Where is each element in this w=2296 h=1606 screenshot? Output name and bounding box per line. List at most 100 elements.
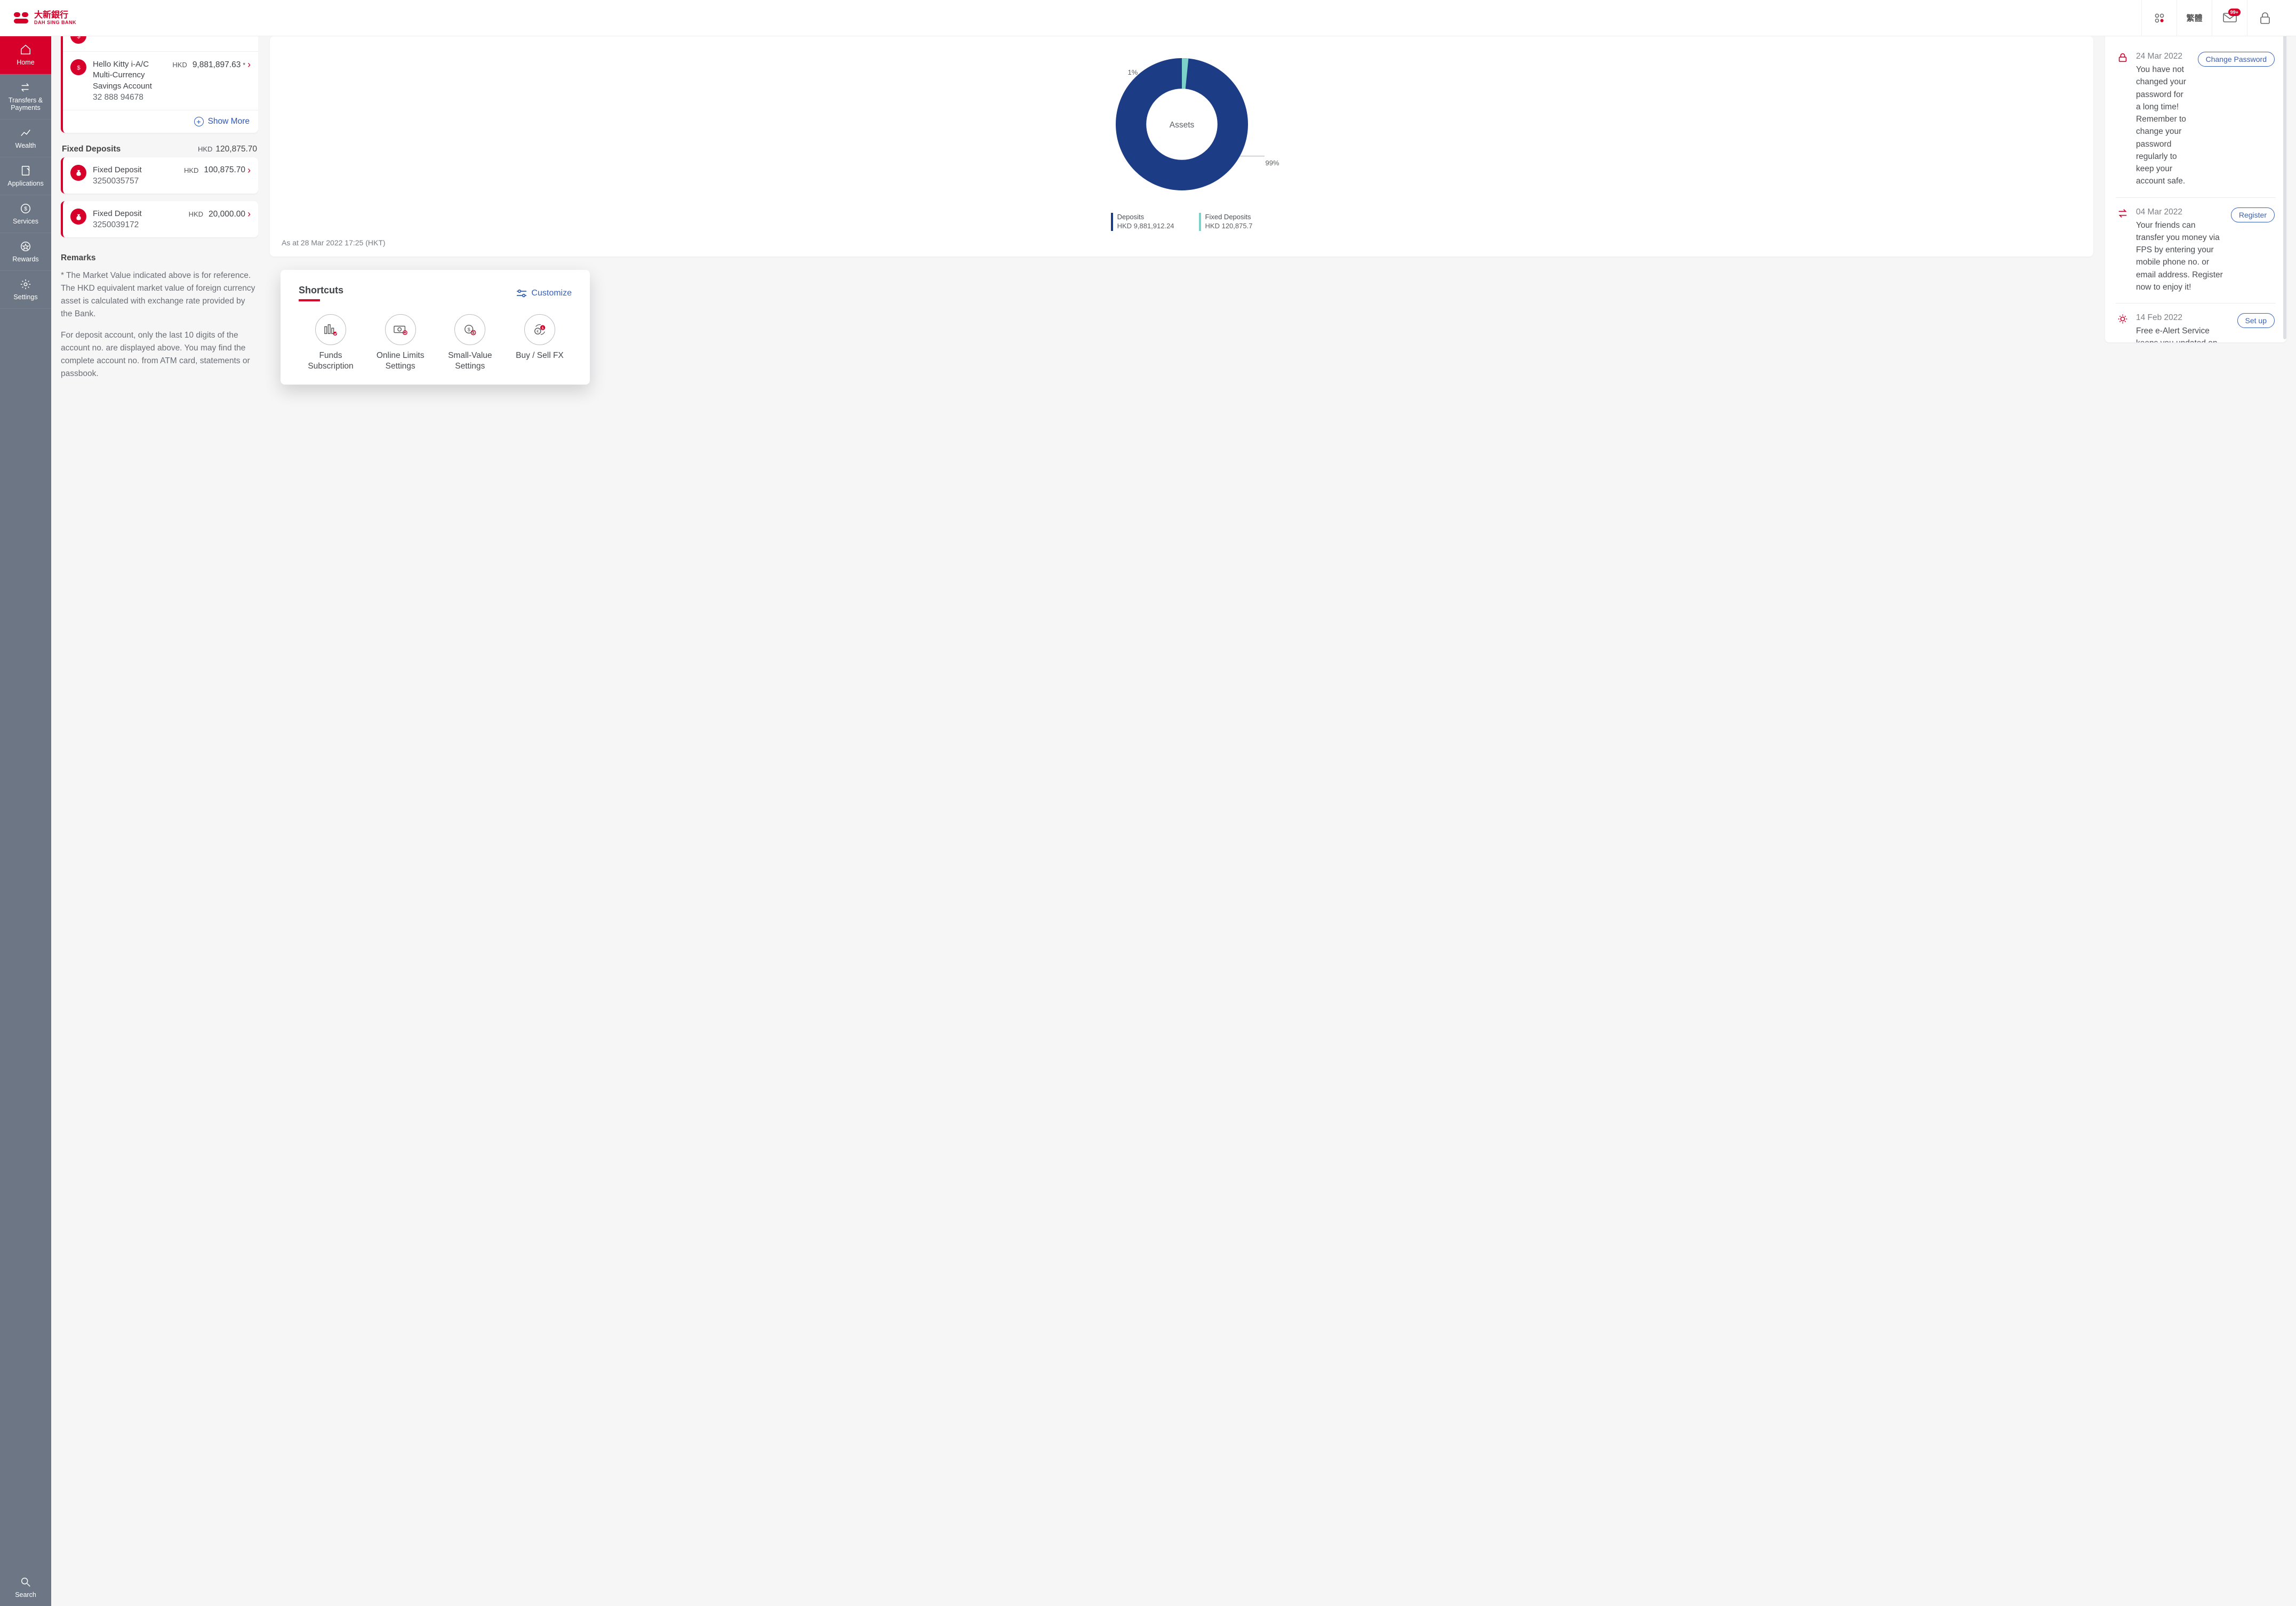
- nav-home[interactable]: Home: [0, 36, 51, 74]
- apps-button[interactable]: [2141, 0, 2177, 36]
- sidebar-nav: Home Transfers & Payments Wealth Applica…: [0, 36, 51, 1606]
- settings-icon: [20, 278, 31, 290]
- remarks-title: Remarks: [61, 253, 258, 263]
- deposits-card: $ 32 388 94678 $ Hello Kitty i-A/C Multi…: [61, 36, 258, 133]
- shortcut-label: Funds Subscription: [299, 350, 363, 372]
- portfolio-donut-chart: 1% 99% Assets: [1099, 42, 1265, 210]
- account-row[interactable]: $ Hello Kitty i-A/C Multi-Currency Savin…: [63, 51, 258, 110]
- nav-search[interactable]: Search: [0, 1569, 51, 1606]
- legend-item: Fixed Deposits HKD 120,875.7: [1199, 213, 1253, 231]
- customize-label: Customize: [531, 289, 572, 298]
- shortcut-label: Small-Value Settings: [438, 350, 502, 372]
- sliders-icon: [516, 289, 527, 298]
- svg-text:$: $: [77, 36, 81, 39]
- account-name: Fixed Deposit: [93, 165, 178, 175]
- chart-pct-big: 99%: [1265, 159, 1279, 167]
- password-icon: [2117, 52, 2129, 188]
- reminder-date: 14 Feb 2022: [2136, 313, 2230, 323]
- shortcut-online-limits[interactable]: Online Limits Settings: [369, 314, 433, 372]
- change-password-button[interactable]: Change Password: [2198, 52, 2275, 67]
- plus-circle-icon: +: [194, 117, 204, 126]
- remarks-section: Remarks * The Market Value indicated abo…: [61, 253, 258, 380]
- remarks-text: For deposit account, only the last 10 di…: [61, 329, 258, 380]
- nav-label: Search: [15, 1591, 36, 1599]
- accounts-column: $ 32 388 94678 $ Hello Kitty i-A/C Multi…: [61, 36, 258, 1606]
- nav-applications[interactable]: Applications: [0, 157, 51, 195]
- setup-button[interactable]: Set up: [2237, 313, 2275, 328]
- nav-label: Applications: [7, 180, 43, 187]
- reminder-text: Free e-Alert Service keeps you updated o…: [2136, 325, 2230, 342]
- reminder-date: 04 Mar 2022: [2136, 207, 2223, 217]
- donut-center-label: Assets: [1169, 121, 1194, 130]
- chart-pct-small: 1%: [1128, 68, 1138, 76]
- nav-transfers[interactable]: Transfers & Payments: [0, 74, 51, 119]
- legend-item: Deposits HKD 9,881,912.24: [1111, 213, 1174, 231]
- shortcuts-popover: Shortcuts Customize Funds Subscription O…: [281, 270, 590, 385]
- account-number: 3250039172: [93, 220, 182, 230]
- portfolio-panel: My Portfolio 1% 99%: [270, 36, 2093, 257]
- portfolio-as-of: As at 28 Mar 2022 17:25 (HKT): [282, 238, 2082, 247]
- shortcut-small-value[interactable]: $ Small-Value Settings: [438, 314, 502, 372]
- language-switch[interactable]: 繁體: [2177, 0, 2212, 36]
- account-number: 3250035757: [93, 177, 178, 186]
- fixed-deposit-card: Fixed Deposit 3250035757 HKD100,875.70›: [61, 157, 258, 194]
- brand-name-chinese: 大新銀行: [34, 11, 76, 20]
- shortcut-buy-sell-fx[interactable]: €$ Buy / Sell FX: [508, 314, 572, 372]
- account-number: 32 388 94678: [93, 36, 251, 38]
- reminder-item: 14 Feb 2022 Free e-Alert Service keeps y…: [2116, 303, 2276, 342]
- rewards-icon: [20, 241, 31, 252]
- search-icon: [20, 1576, 31, 1588]
- show-more-label: Show More: [208, 117, 250, 126]
- svg-text:$: $: [24, 206, 27, 212]
- nav-label: Rewards: [12, 255, 38, 263]
- nav-label: Home: [17, 59, 34, 66]
- reminders-column: Reminders 24 Mar 2022 You have not chang…: [2105, 36, 2286, 1606]
- account-number: 32 888 94678: [93, 93, 166, 102]
- show-more-button[interactable]: + Show More: [63, 110, 258, 133]
- portfolio-legend: Deposits HKD 9,881,912.24 Fixed Deposits…: [1111, 213, 1253, 231]
- account-amount: HKD9,881,897.63*›: [172, 59, 251, 70]
- account-name: Fixed Deposit: [93, 209, 182, 219]
- shortcuts-title: Shortcuts: [299, 285, 343, 296]
- brand-mark-icon: [14, 12, 30, 24]
- fx-icon: €$: [532, 323, 548, 337]
- chevron-right-icon: ›: [247, 59, 251, 70]
- scrollbar[interactable]: [2283, 36, 2286, 339]
- shortcut-label: Online Limits Settings: [369, 350, 433, 372]
- services-icon: $: [20, 203, 31, 214]
- lock-icon: [2260, 12, 2270, 25]
- nav-services[interactable]: $ Services: [0, 195, 51, 233]
- section-title: Fixed Deposits: [62, 145, 121, 154]
- svg-text:$: $: [542, 326, 544, 330]
- account-row[interactable]: Fixed Deposit 3250035757 HKD100,875.70›: [63, 157, 258, 194]
- account-amount: HKD100,875.70›: [184, 165, 251, 176]
- alert-icon: [2117, 313, 2129, 342]
- main-content: $ 32 388 94678 $ Hello Kitty i-A/C Multi…: [51, 36, 2296, 1606]
- reminder-text: Your friends can transfer you money via …: [2136, 219, 2223, 294]
- shortcut-funds-subscription[interactable]: Funds Subscription: [299, 314, 363, 372]
- nav-label: Wealth: [15, 142, 36, 149]
- customize-button[interactable]: Customize: [516, 289, 572, 298]
- fps-icon: [2117, 207, 2129, 294]
- nav-label: Services: [13, 218, 38, 225]
- reminder-item: 24 Mar 2022 You have not changed your pa…: [2116, 42, 2276, 198]
- home-icon: [20, 44, 31, 55]
- title-underline: [299, 299, 320, 301]
- nav-settings[interactable]: Settings: [0, 271, 51, 309]
- account-row[interactable]: $ 32 388 94678: [63, 36, 258, 51]
- brand-name-english: DAH SING BANK: [34, 20, 76, 25]
- nav-wealth[interactable]: Wealth: [0, 119, 51, 157]
- nav-rewards[interactable]: Rewards: [0, 233, 51, 271]
- fixed-deposit-card: Fixed Deposit 3250039172 HKD20,000.00›: [61, 201, 258, 237]
- reminder-item: 04 Mar 2022 Your friends can transfer yo…: [2116, 198, 2276, 304]
- lock-button[interactable]: [2247, 0, 2282, 36]
- moneybag-icon: [70, 165, 86, 181]
- reminder-date: 24 Mar 2022: [2136, 52, 2190, 61]
- register-button[interactable]: Register: [2231, 207, 2275, 222]
- limits-icon: [393, 323, 409, 337]
- nav-label: Settings: [13, 293, 37, 301]
- chevron-right-icon: ›: [247, 165, 251, 176]
- account-row[interactable]: Fixed Deposit 3250039172 HKD20,000.00›: [63, 201, 258, 237]
- mail-button[interactable]: 99+: [2212, 0, 2247, 36]
- brand-logo[interactable]: 大新銀行 DAH SING BANK: [14, 11, 76, 25]
